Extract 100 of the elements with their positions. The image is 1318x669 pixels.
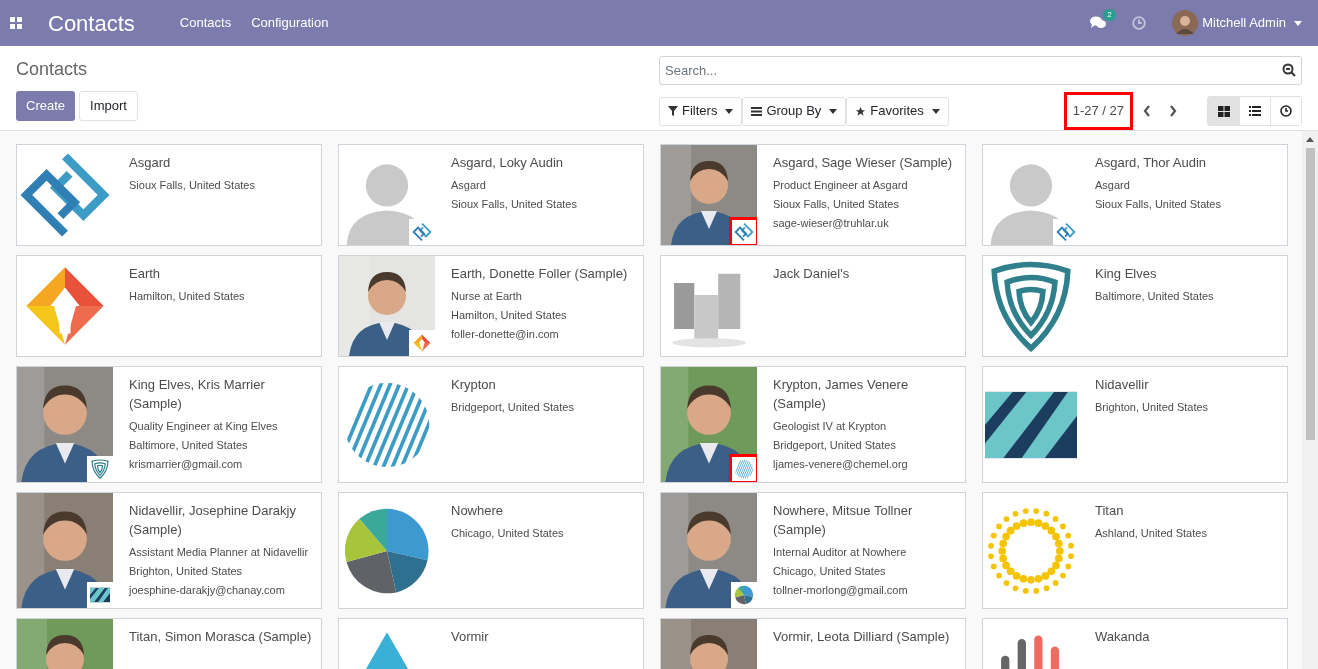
menu-link[interactable]: Contacts	[179, 13, 232, 33]
contact-name: Vormir	[451, 628, 489, 646]
pager-value: 1-27 / 27	[1063, 92, 1133, 130]
star-icon	[855, 105, 867, 117]
contact-detail: ljames-venere@chemel.org	[773, 457, 909, 472]
contact-detail: Bridgeport, United States	[451, 400, 574, 415]
contact-card[interactable]: Asgard, Loky Audin Asgard Sioux Falls, United States	[338, 144, 644, 246]
filter-dropdown[interactable]: Group By	[742, 96, 847, 126]
list-icon	[751, 106, 763, 116]
contact-detail: Chicago, United States	[773, 564, 887, 579]
contact-detail: Asgard	[1095, 178, 1131, 193]
contact-name: Asgard	[129, 154, 172, 172]
contact-card[interactable]: Titan Ashland, United States	[982, 492, 1288, 609]
chat-icon[interactable]	[1090, 16, 1107, 30]
contact-card[interactable]: Asgard, Thor Audin Asgard Sioux Falls, United States	[982, 144, 1288, 246]
caret-icon	[829, 108, 838, 114]
contact-card[interactable]: Nowhere, Mitsue Tollner (Sample) Internal Auditor at Nowhere Chicago, United States tollner-morlong@gmail.com	[660, 492, 966, 609]
contact-card[interactable]: Vormir	[338, 618, 644, 669]
contact-name: Jack Daniel's	[773, 265, 850, 283]
contact-name: Nidavellir, Josephine Darakjy (Sample)	[129, 502, 297, 539]
contact-name: Asgard, Sage Wieser (Sample)	[773, 154, 953, 172]
user-avatar[interactable]	[1172, 10, 1199, 36]
scroll-up-icon[interactable]	[1306, 137, 1314, 142]
filter-dropdown[interactable]: Filters	[659, 96, 743, 126]
contact-name: Vormir, Leota Dilliard (Sample)	[773, 628, 950, 646]
list-icon	[1249, 106, 1261, 116]
apps-icon[interactable]	[10, 17, 22, 29]
contact-card[interactable]: Earth Hamilton, United States	[16, 255, 322, 357]
contact-detail: Assistant Media Planner at Nidavellir	[129, 545, 310, 560]
contact-detail: joesphine-darakjy@chanay.com	[129, 583, 286, 598]
contact-card[interactable]: Krypton Bridgeport, United States	[338, 366, 644, 483]
import-button[interactable]: Import	[79, 91, 138, 121]
view-switch[interactable]	[1270, 97, 1301, 125]
contact-card[interactable]: Nidavellir, Josephine Darakjy (Sample) Assistant Media Planner at Nidavellir Brighton, United States joesphine-darakjy@chanay.com	[16, 492, 322, 609]
caret-icon	[931, 108, 940, 114]
scroll-thumb[interactable]	[1305, 148, 1315, 440]
contact-name: Asgard, Thor Audin	[1095, 154, 1208, 172]
contact-name: Earth, Donette Foller (Sample)	[451, 265, 628, 283]
caret-icon	[1294, 20, 1302, 26]
contact-detail: Brighton, United States	[1095, 400, 1209, 415]
contact-name: Nidavellir	[1095, 376, 1150, 394]
contact-detail: Geologist IV at Krypton	[773, 419, 888, 434]
grid-icon	[1217, 105, 1230, 117]
contact-card[interactable]: King Elves Baltimore, United States	[982, 255, 1288, 357]
menu-link[interactable]: Configuration	[251, 13, 329, 33]
contact-detail: Internal Auditor at Nowhere	[773, 545, 908, 560]
contact-detail: Hamilton, United States	[451, 308, 568, 323]
previous-icon[interactable]	[1143, 105, 1151, 117]
contact-name: Wakanda	[1095, 628, 1150, 646]
next-icon[interactable]	[1169, 105, 1177, 117]
search-field[interactable]: Search...	[659, 56, 1302, 85]
contact-name: Nowhere, Mitsue Tollner (Sample)	[773, 502, 914, 539]
contact-detail: Product Engineer at Asgard	[773, 178, 909, 193]
contact-card[interactable]: Nowhere Chicago, United States	[338, 492, 644, 609]
contact-detail: tollner-morlong@gmail.com	[773, 583, 909, 598]
contact-detail: Asgard	[451, 178, 487, 193]
message-count: 2	[1103, 9, 1116, 21]
contact-card[interactable]: Asgard, Sage Wieser (Sample) Product Engineer at Asgard Sioux Falls, United States sage-wieser@truhlar.uk	[660, 144, 966, 246]
contact-card[interactable]: Vormir, Leota Dilliard (Sample)	[660, 618, 966, 669]
contact-detail: krismarrier@gmail.com	[129, 457, 244, 472]
contact-detail: Ashland, United States	[1095, 526, 1207, 541]
view-switch[interactable]	[1208, 97, 1239, 125]
contact-name: Titan	[1095, 502, 1125, 520]
contact-card[interactable]: Jack Daniel's	[660, 255, 966, 357]
contact-card[interactable]: Earth, Donette Foller (Sample) Nurse at Earth Hamilton, United States foller-donette@in.com	[338, 255, 644, 357]
contact-detail: Sioux Falls, United States	[1095, 197, 1221, 212]
contact-detail: Nurse at Earth	[451, 289, 523, 304]
search-icon[interactable]	[1282, 63, 1296, 77]
user-menu[interactable]: Mitchell Admin	[1202, 13, 1302, 33]
contact-detail: Sioux Falls, United States	[773, 197, 900, 212]
caret-icon	[725, 108, 734, 114]
contact-detail: Baltimore, United States	[129, 438, 249, 453]
contact-detail: foller-donette@in.com	[451, 327, 560, 342]
contact-detail: Chicago, United States	[451, 526, 564, 541]
contact-card[interactable]: Krypton, James Venere (Sample) Geologist IV at Krypton Bridgeport, United States ljames-venere@chemel.org	[660, 366, 966, 483]
funnel-icon	[668, 106, 678, 116]
contact-card[interactable]: Nidavellir Brighton, United States	[982, 366, 1288, 483]
create-button[interactable]: Create	[16, 91, 76, 121]
contact-name: Krypton, James Venere (Sample)	[773, 376, 910, 413]
contact-detail: sage-wieser@truhlar.uk	[773, 216, 890, 231]
contact-name: Earth	[129, 265, 162, 283]
contact-detail: Quality Engineer at King Elves	[129, 419, 279, 434]
contact-name: Asgard, Loky Audin	[451, 154, 565, 172]
contact-detail: Brighton, United States	[129, 564, 244, 579]
contact-detail: Bridgeport, United States	[773, 438, 897, 453]
app-title: Contacts	[48, 9, 135, 38]
contact-detail: Sioux Falls, United States	[451, 197, 577, 212]
contact-card[interactable]: Titan, Simon Morasca (Sample)	[16, 618, 322, 669]
contact-card[interactable]: Wakanda	[982, 618, 1288, 669]
contact-name: Titan, Simon Morasca (Sample)	[129, 628, 312, 646]
filter-dropdown[interactable]: Favorites	[846, 96, 949, 126]
contact-detail: Sioux Falls, United States	[129, 178, 255, 193]
contact-card[interactable]: Asgard Sioux Falls, United States	[16, 144, 322, 246]
contact-name: King Elves, Kris Marrier (Sample)	[129, 376, 266, 413]
page-title: Contacts	[16, 58, 89, 81]
contact-detail: Hamilton, United States	[129, 289, 245, 304]
contact-name: Nowhere	[451, 502, 505, 520]
scrollbar[interactable]	[1302, 131, 1318, 669]
contact-name: King Elves	[1095, 265, 1158, 283]
contact-card[interactable]: King Elves, Kris Marrier (Sample) Quality Engineer at King Elves Baltimore, United States krismarrier@gmail.com	[16, 366, 322, 483]
